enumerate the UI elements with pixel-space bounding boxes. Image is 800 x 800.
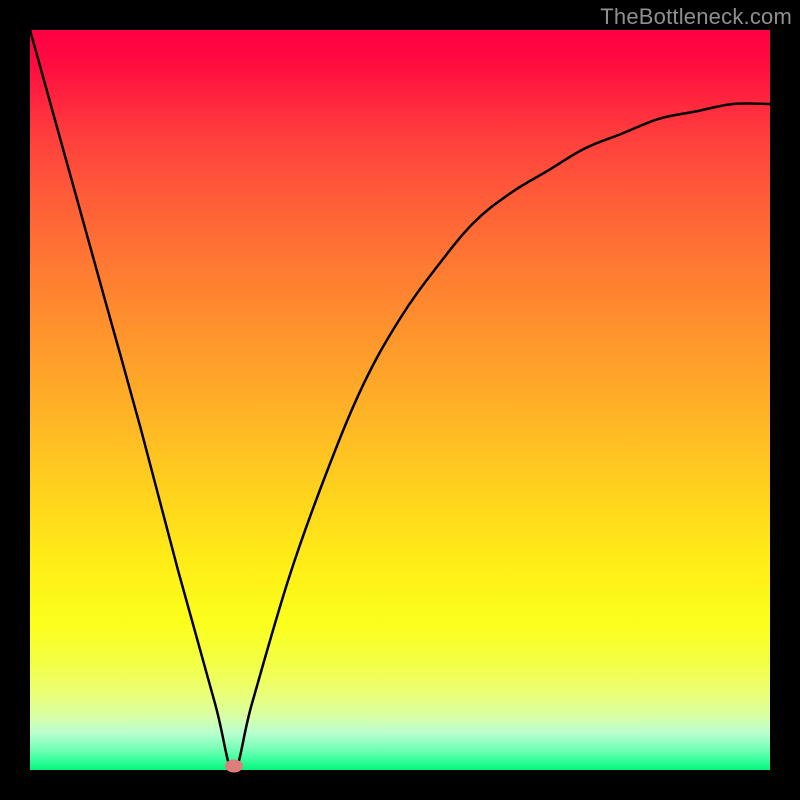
chart-container: TheBottleneck.com <box>0 0 800 800</box>
plot-area <box>30 30 770 770</box>
watermark-text: TheBottleneck.com <box>600 4 792 30</box>
bottleneck-curve <box>30 30 770 770</box>
optimum-marker <box>225 760 243 773</box>
